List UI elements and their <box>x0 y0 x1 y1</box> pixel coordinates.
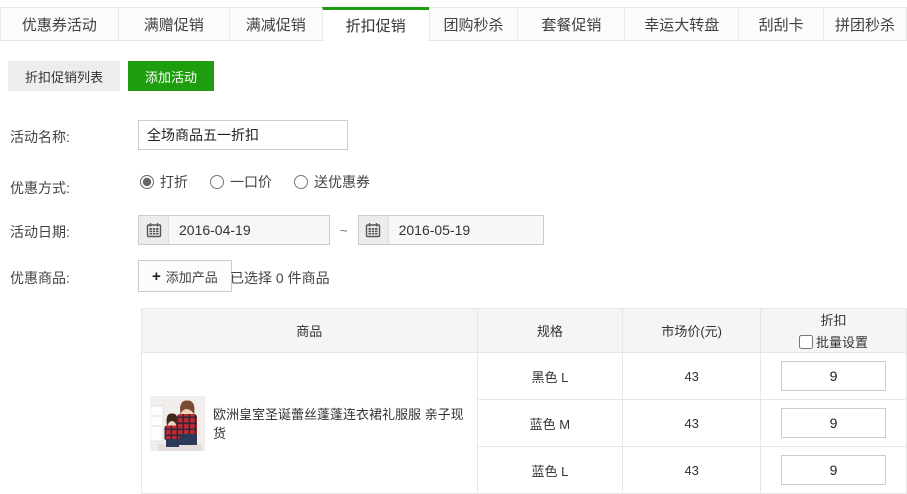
col-header-discount: 折扣 批量设置 <box>761 309 907 353</box>
col-header-product: 商品 <box>142 309 478 353</box>
spec-cell: 蓝色 L <box>477 447 623 494</box>
tab-discount-promo[interactable]: 折扣促销 <box>322 7 430 41</box>
start-date-value: 2016-04-19 <box>169 222 261 238</box>
radio-songyouhuiquan-label: 送优惠券 <box>314 172 370 192</box>
product-thumbnail <box>150 396 205 451</box>
calendar-icon[interactable] <box>139 216 169 244</box>
date-separator: ~ <box>340 223 348 238</box>
discount-method-label: 优惠方式: <box>10 178 70 198</box>
calendar-icon[interactable] <box>359 216 389 244</box>
sub-tab-bar: 折扣促销列表 添加活动 <box>8 61 214 91</box>
radio-yikoujia-input[interactable] <box>210 175 224 189</box>
discount-cell <box>761 400 907 447</box>
discount-input[interactable] <box>781 455 886 485</box>
selected-count-text: 已选择 0 件商品 <box>230 268 330 288</box>
col-header-spec: 规格 <box>477 309 623 353</box>
table-row: 欧洲皇室圣诞蕾丝蓬蓬连衣裙礼服服 亲子现货 黑色 L 43 <box>142 353 907 400</box>
price-cell: 43 <box>623 353 761 400</box>
spec-cell: 蓝色 M <box>477 400 623 447</box>
tab-package-promo[interactable]: 套餐促销 <box>517 7 625 40</box>
activity-date-label: 活动日期: <box>10 222 70 242</box>
end-date-field[interactable]: 2016-05-19 <box>358 215 544 245</box>
price-cell: 43 <box>623 447 761 494</box>
radio-yikoujia-label: 一口价 <box>230 172 272 192</box>
tab-coupon-activity[interactable]: 优惠券活动 <box>0 7 119 40</box>
batch-set-checkbox[interactable] <box>799 335 813 349</box>
date-range: 2016-04-19 ~ 2016-05-19 <box>138 215 544 245</box>
discount-header-label: 折扣 <box>821 310 847 329</box>
tab-full-reduction-promo[interactable]: 满减促销 <box>229 7 323 40</box>
discount-cell <box>761 447 907 494</box>
price-cell: 43 <box>623 400 761 447</box>
radio-dazhe-label: 打折 <box>160 172 188 192</box>
end-date-value: 2016-05-19 <box>389 222 481 238</box>
start-date-field[interactable]: 2016-04-19 <box>138 215 330 245</box>
subtab-discount-list[interactable]: 折扣促销列表 <box>8 61 120 91</box>
subtab-add-activity[interactable]: 添加活动 <box>128 61 214 91</box>
discount-method-group: 打折 一口价 送优惠券 <box>140 172 370 192</box>
discount-input[interactable] <box>781 408 886 438</box>
main-tab-bar: 优惠券活动 满赠促销 满减促销 折扣促销 团购秒杀 套餐促销 幸运大转盘 刮刮卡… <box>0 0 907 41</box>
batch-set-label: 批量设置 <box>816 332 868 351</box>
spec-cell: 黑色 L <box>477 353 623 400</box>
tab-scratch-card[interactable]: 刮刮卡 <box>738 7 824 40</box>
activity-name-label: 活动名称: <box>10 127 70 147</box>
radio-songyouhuiquan-input[interactable] <box>294 175 308 189</box>
table-header-row: 商品 规格 市场价(元) 折扣 批量设置 <box>142 309 907 353</box>
discount-promotion-page: 优惠券活动 满赠促销 满减促销 折扣促销 团购秒杀 套餐促销 幸运大转盘 刮刮卡… <box>0 0 907 494</box>
discount-input[interactable] <box>781 361 886 391</box>
radio-option-dazhe[interactable]: 打折 <box>140 172 188 192</box>
add-product-button-label: 添加产品 <box>166 267 218 286</box>
add-product-button[interactable]: + 添加产品 <box>138 260 232 292</box>
tab-pintuan-seckill[interactable]: 拼团秒杀 <box>823 7 907 40</box>
product-cell: 欧洲皇室圣诞蕾丝蓬蓬连衣裙礼服服 亲子现货 <box>142 353 478 494</box>
radio-dazhe-input[interactable] <box>140 175 154 189</box>
activity-name-input[interactable] <box>138 120 348 150</box>
tab-group-seckill[interactable]: 团购秒杀 <box>429 7 519 40</box>
radio-option-yikoujia[interactable]: 一口价 <box>210 172 272 192</box>
product-title: 欧洲皇室圣诞蕾丝蓬蓬连衣裙礼服服 亲子现货 <box>213 404 469 442</box>
radio-option-songyouhuiquan[interactable]: 送优惠券 <box>294 172 370 192</box>
col-header-price: 市场价(元) <box>623 309 761 353</box>
plus-icon: + <box>152 269 161 284</box>
products-table: 商品 规格 市场价(元) 折扣 批量设置 <box>141 308 907 494</box>
tab-full-gift-promo[interactable]: 满赠促销 <box>118 7 230 40</box>
discount-cell <box>761 353 907 400</box>
batch-set-control[interactable]: 批量设置 <box>799 332 868 351</box>
tab-lucky-wheel[interactable]: 幸运大转盘 <box>624 7 739 40</box>
promo-products-label: 优惠商品: <box>10 268 70 288</box>
